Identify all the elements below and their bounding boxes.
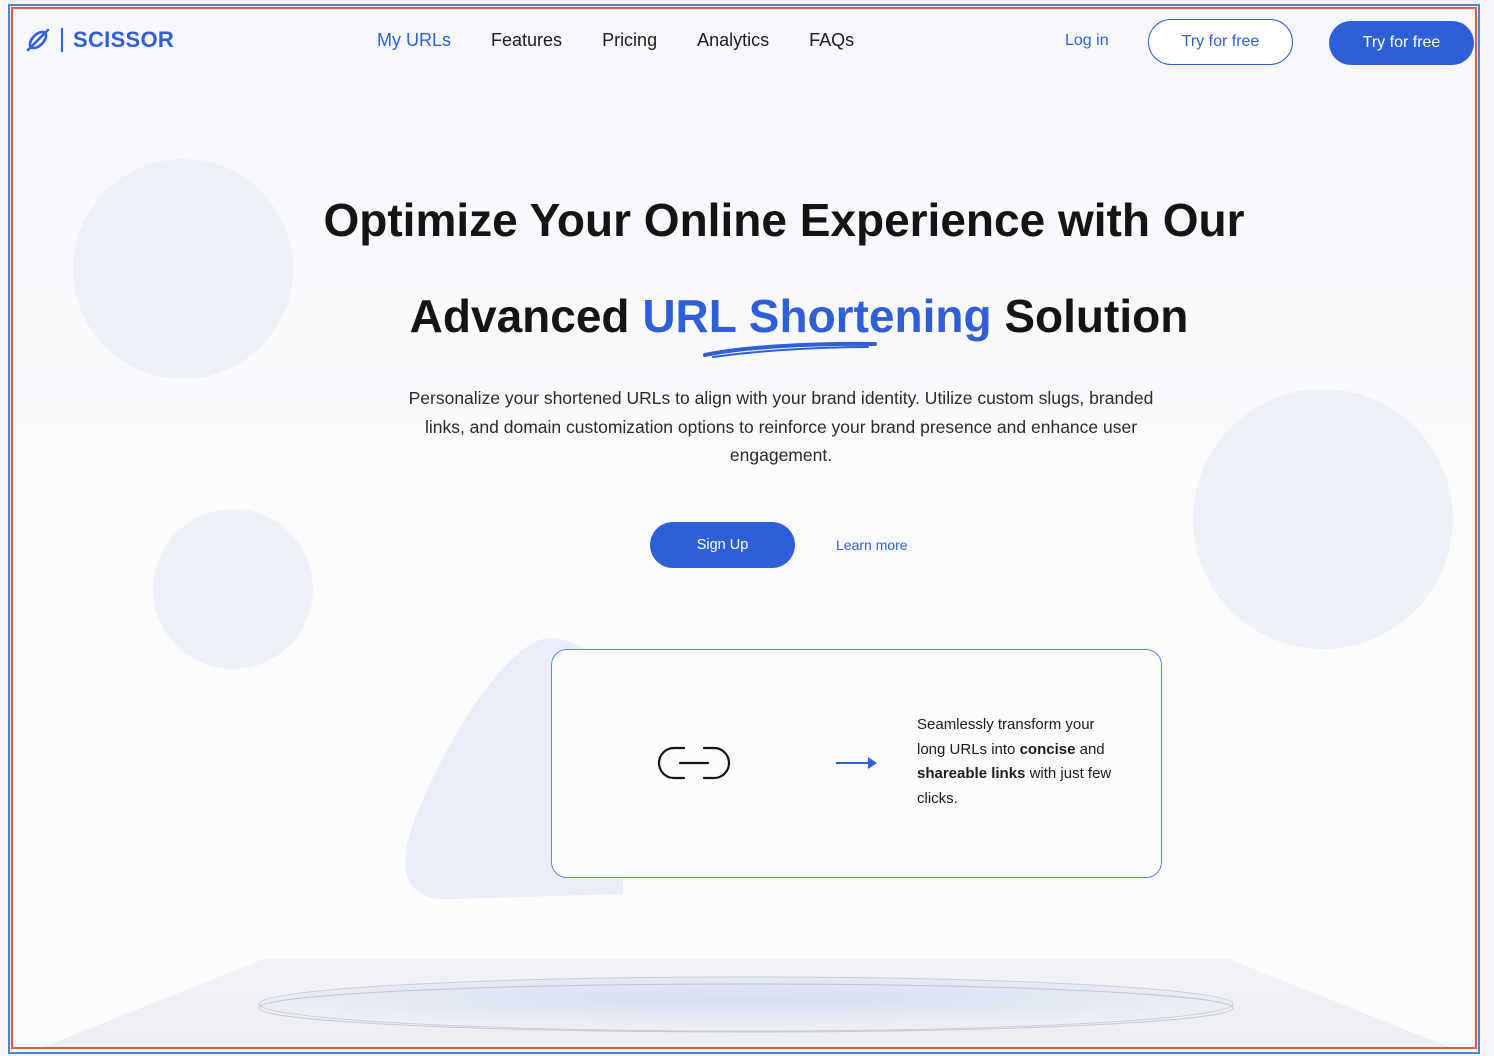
hero-title-line1: Optimize Your Online Experience with Our <box>323 194 1245 246</box>
arrow-right-icon <box>836 757 877 769</box>
nav-link-pricing[interactable]: Pricing <box>602 30 657 51</box>
nav-link-features[interactable]: Features <box>491 30 562 51</box>
top-navbar: SCISSOR My URLs Features Pricing Analyti… <box>13 9 1475 81</box>
nav-links: My URLs Features Pricing Analytics FAQs <box>377 30 894 51</box>
link-icon <box>657 746 731 780</box>
hero-title-prefix: Advanced <box>409 290 643 342</box>
decorative-platform <box>43 959 1449 1047</box>
nav-link-analytics[interactable]: Analytics <box>697 30 769 51</box>
try-free-filled-button[interactable]: Try for free <box>1329 21 1474 65</box>
page: SCISSOR My URLs Features Pricing Analyti… <box>11 7 1477 1049</box>
card-text-bold: concise <box>1019 740 1076 758</box>
feature-card: Seamlessly transform your long URLs into… <box>551 649 1162 878</box>
hero-title-highlight: URL Shortening <box>642 290 992 342</box>
login-link[interactable]: Log in <box>1065 32 1109 50</box>
nav-link-my-urls[interactable]: My URLs <box>377 30 451 51</box>
card-text-bold: shareable links <box>917 765 1026 782</box>
brush-underline <box>703 341 877 358</box>
logo-divider <box>61 28 63 52</box>
brand-logo[interactable]: SCISSOR <box>25 27 174 53</box>
bg-blob <box>153 509 313 669</box>
try-free-outline-button[interactable]: Try for free <box>1148 19 1293 65</box>
card-description: Seamlessly transform your long URLs into… <box>917 713 1127 811</box>
bg-blob <box>1193 389 1453 649</box>
nav-link-faqs[interactable]: FAQs <box>809 30 854 51</box>
scissor-link-icon <box>26 28 50 52</box>
hero-description: Personalize your shortened URLs to align… <box>408 388 1154 465</box>
brand-name: SCISSOR <box>73 27 175 52</box>
bg-blob <box>73 159 293 379</box>
hero-title-line2: Advanced URL Shortening Solution <box>13 289 1475 343</box>
hero-title-suffix: Solution <box>991 290 1189 342</box>
learn-more-link[interactable]: Learn more <box>836 537 908 553</box>
sign-up-button[interactable]: Sign Up <box>650 522 795 568</box>
card-text-part: and <box>1075 740 1105 758</box>
